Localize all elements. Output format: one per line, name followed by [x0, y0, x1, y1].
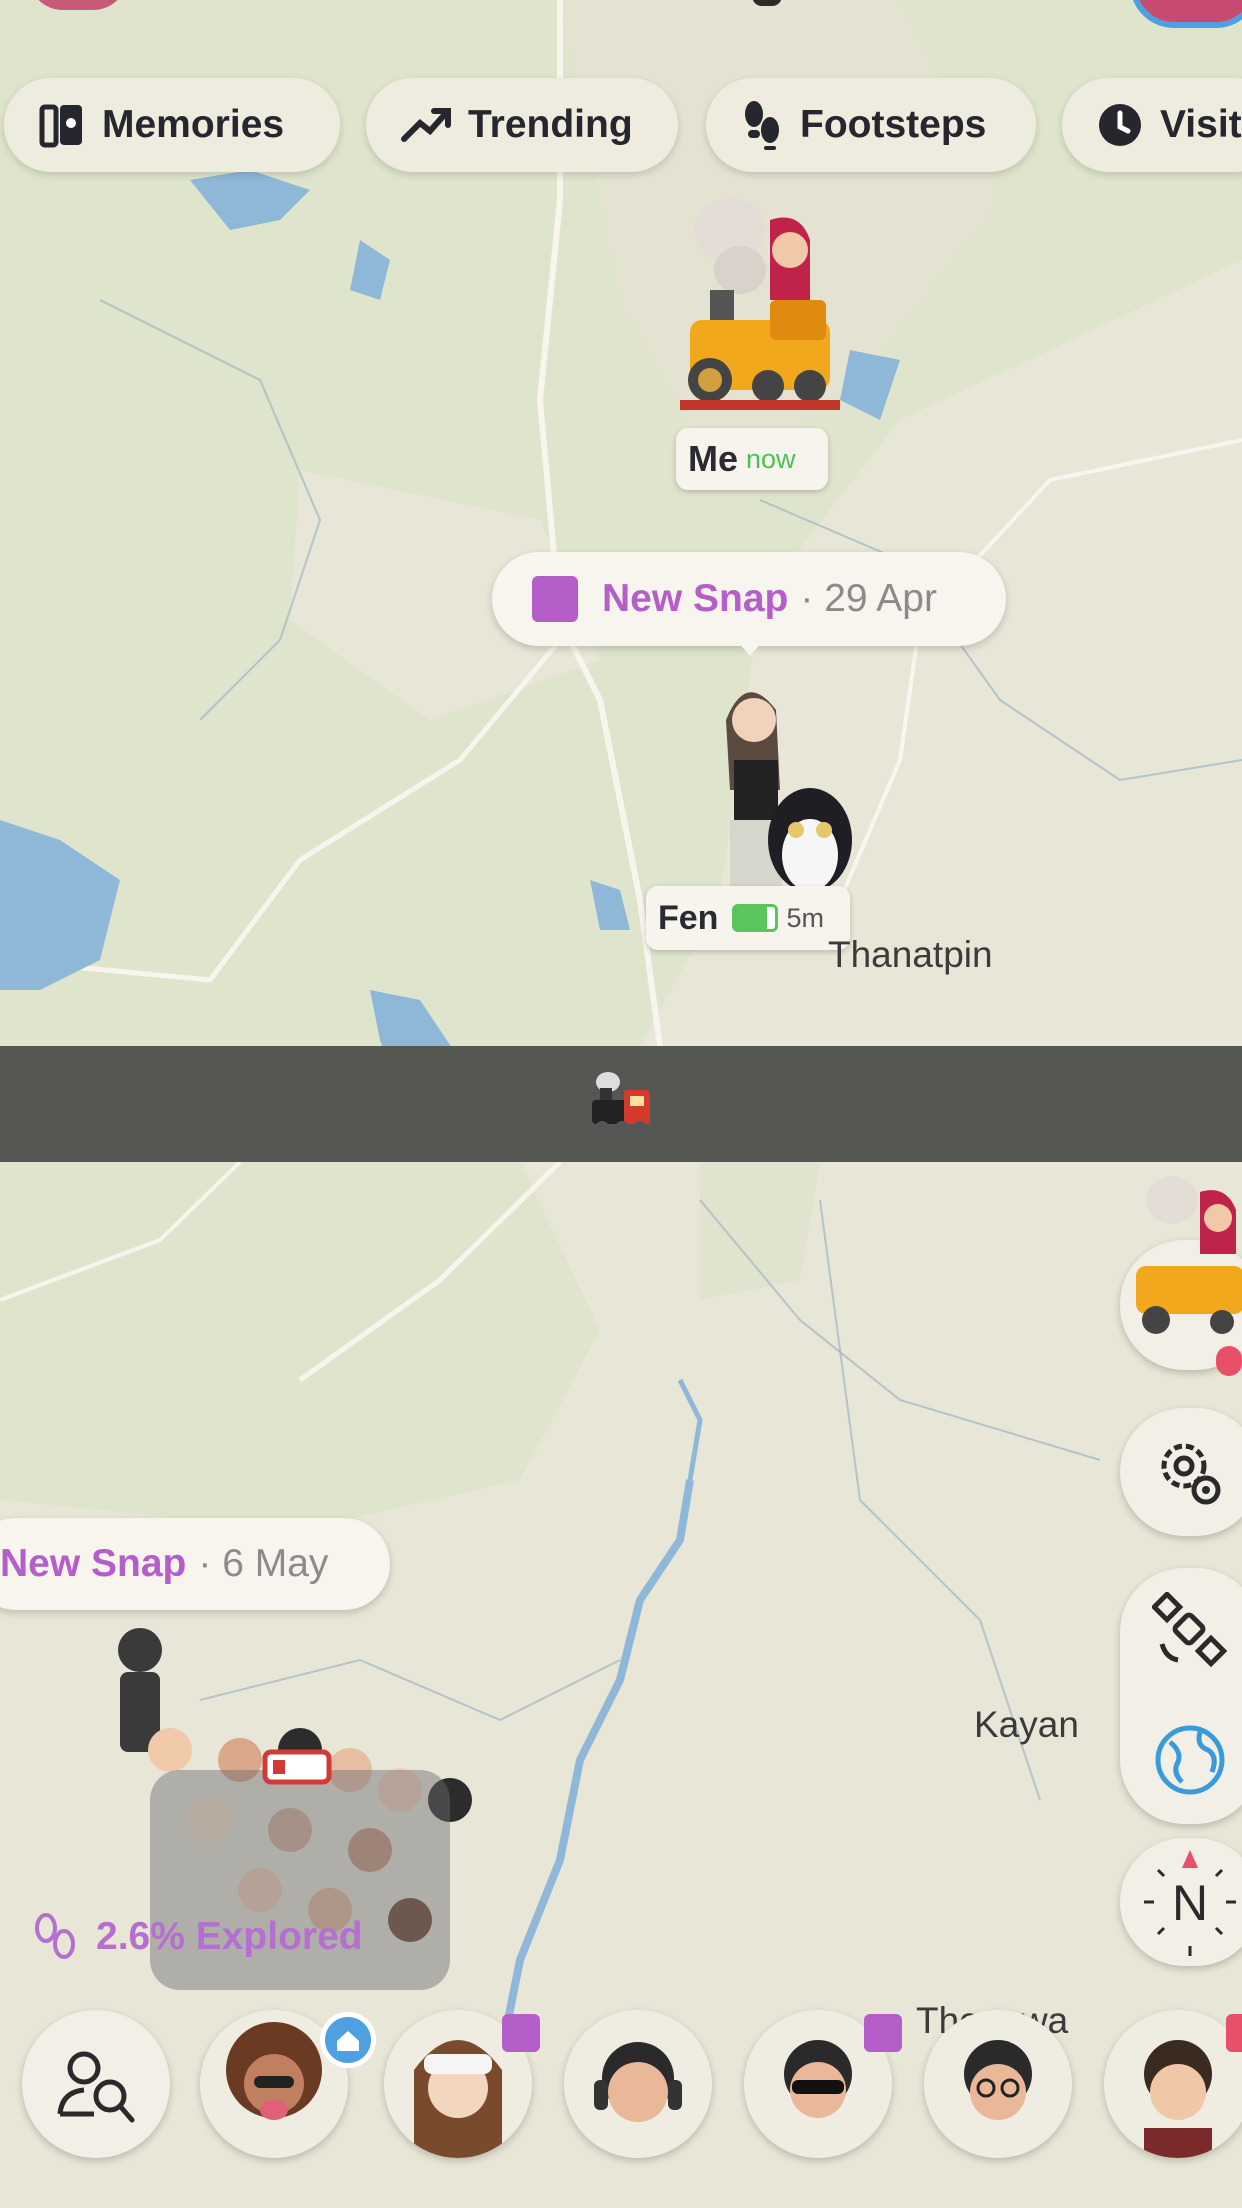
snap-title-2: New Snap [0, 1542, 187, 1585]
my-bitmoji-train[interactable] [670, 190, 840, 430]
settings-button[interactable] [1120, 1408, 1242, 1536]
satellite-icon[interactable] [1152, 1592, 1228, 1668]
map-layer-chips: Memories Trending Footsteps Visit [0, 78, 1242, 174]
friend-avatar-6[interactable] [1104, 2010, 1242, 2158]
new-snap-bubble-2[interactable]: New Snap · 6 May [0, 1518, 390, 1610]
footsteps-label: Footsteps [800, 103, 987, 146]
snap-badge-2 [502, 2014, 540, 2052]
memories-label: Memories [102, 103, 285, 146]
friend-search-button[interactable] [22, 2010, 170, 2158]
fen-label[interactable]: Fen 5m [646, 886, 850, 950]
fen-name: Fen [658, 898, 719, 937]
fen-bitmoji-illustration [726, 692, 852, 892]
globe-icon[interactable] [1152, 1722, 1228, 1798]
clock-icon [1099, 104, 1141, 146]
new-snap-bubble-1[interactable]: New Snap · 29 Apr [492, 552, 1006, 646]
battery-icon [732, 904, 779, 932]
explored-indicator[interactable]: 2.6% Explored [32, 1912, 363, 1962]
snap-bubble-pointer [736, 640, 764, 656]
friend-bitmoji-5 [964, 2040, 1032, 2120]
search-friends-icon [57, 2051, 135, 2123]
footsteps-icon [745, 101, 779, 150]
memories-chip[interactable]: Memories [4, 78, 340, 172]
footsteps-explored-icon [35, 1913, 75, 1959]
train-bitmoji-illustration [680, 198, 840, 410]
me-name: Me [688, 438, 739, 479]
footsteps-chip[interactable]: Footsteps [706, 78, 1036, 172]
train-emoji-icon [592, 1072, 650, 1135]
trending-label: Trending [468, 103, 633, 146]
snap-title-1: New Snap [602, 577, 789, 620]
map-layers-panel [1120, 1568, 1242, 1824]
visit-chip[interactable]: Visit [1062, 78, 1242, 172]
status-banner [0, 1046, 1242, 1162]
snap-square-icon [532, 576, 578, 622]
fen-time: 5m [786, 902, 824, 933]
snap-badge-6 [1226, 2014, 1242, 2052]
memories-icon [39, 104, 82, 148]
visit-label: Visit [1160, 103, 1242, 146]
home-badge-icon [320, 2012, 376, 2068]
snap-date-1: · 29 Apr [800, 577, 937, 620]
snap-badge-4 [864, 2014, 902, 2052]
notification-dot [1216, 1346, 1242, 1376]
friend-bitmoji-3 [594, 2042, 682, 2122]
compass-icon: N [1144, 1850, 1236, 1956]
explored-text: 2.6% Explored [96, 1915, 363, 1958]
my-train-bitmoji-thumb [1136, 1176, 1242, 1334]
compass-button[interactable]: N [1120, 1838, 1242, 1966]
snap-date-2: · 6 May [198, 1542, 329, 1585]
trending-chip[interactable]: Trending [366, 78, 678, 172]
me-label[interactable]: Me now [676, 428, 828, 490]
location-settings-icon [1161, 1443, 1221, 1505]
trending-arrow-icon [401, 108, 451, 142]
fen-bitmoji[interactable] [700, 670, 870, 900]
place-label-thanatpin: Thanatpin [828, 934, 993, 975]
me-time: now [746, 443, 796, 474]
friend-bitmoji-6 [1144, 2040, 1212, 2158]
svg-text:N: N [1172, 1875, 1208, 1931]
friend-avatar-5[interactable] [924, 2010, 1072, 2158]
friend-avatar-3[interactable] [564, 2010, 712, 2158]
place-label-kayan: Kayan [974, 1704, 1079, 1745]
